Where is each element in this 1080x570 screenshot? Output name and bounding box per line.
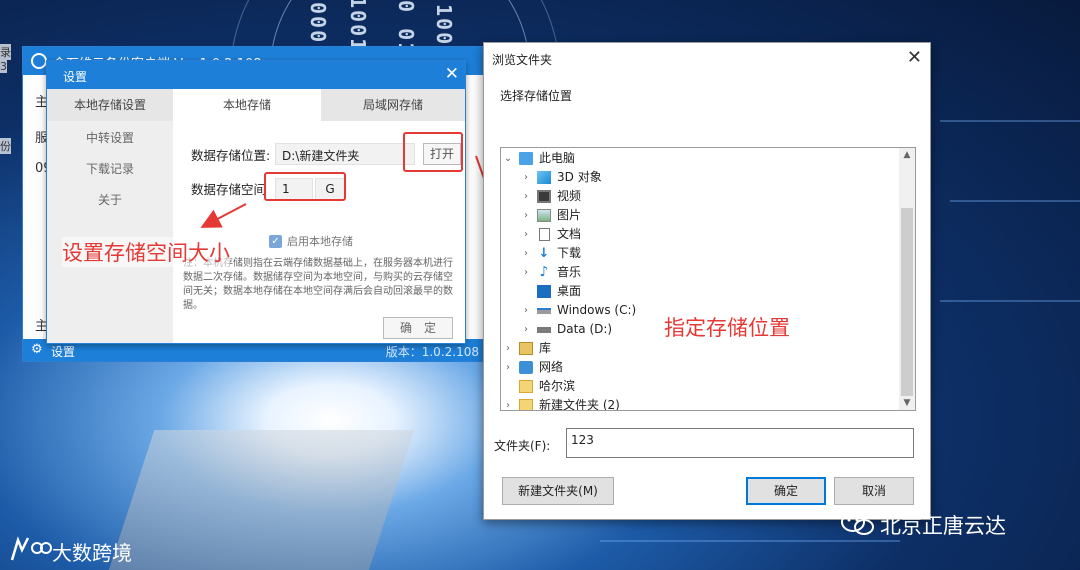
browse-dialog-title: 浏览文件夹 — [492, 53, 553, 67]
tree-item-this-pc[interactable]: ⌄ 此电脑 — [501, 149, 899, 168]
storage-location-input[interactable]: D:\新建文件夹 — [275, 143, 415, 165]
edge-text: 份 — [0, 138, 11, 154]
side-nav-about[interactable]: 关于 — [47, 191, 173, 208]
bg-trace — [950, 200, 1080, 202]
chevron-right-icon[interactable]: › — [503, 396, 513, 410]
scroll-down-icon[interactable]: ▼ — [899, 398, 915, 408]
settings-title: 设置 — [63, 70, 88, 84]
storage-space-label: 数据存储空间 — [191, 182, 267, 197]
settings-dialog: 设置 ✕ 本地存储设置 本地存储 局域网存储 中转设置 下载记录 关于 数据存储… — [46, 60, 466, 344]
chevron-right-icon[interactable]: › — [521, 244, 531, 263]
drive-d-icon — [537, 327, 551, 333]
pictures-icon — [537, 209, 551, 222]
chevron-right-icon[interactable]: › — [521, 301, 531, 320]
browse-folder-dialog: 浏览文件夹 ✕ 选择存储位置 ⌄ 此电脑 › 3D 对象 › 视频 › 图片 ›… — [483, 42, 931, 520]
storage-location-label: 数据存储位置: — [191, 148, 271, 163]
network-icon — [519, 361, 533, 374]
tree-item-pictures[interactable]: › 图片 — [501, 206, 899, 225]
ok-button[interactable]: 确定 — [746, 477, 826, 505]
version-label: 版本：1.0.2.108 — [385, 345, 479, 359]
chevron-right-icon[interactable]: › — [521, 263, 531, 282]
folder-icon — [519, 399, 533, 410]
tab-lan-storage[interactable]: 局域网存储 — [321, 89, 465, 121]
scroll-up-icon[interactable]: ▲ — [899, 150, 915, 160]
downloads-icon: ↓ — [538, 246, 550, 261]
library-icon — [519, 342, 533, 355]
close-icon[interactable]: ✕ — [445, 64, 459, 84]
music-icon: ♪ — [539, 264, 549, 280]
computer-icon — [519, 152, 533, 165]
tree-item-documents[interactable]: › 文档 — [501, 225, 899, 244]
video-icon — [537, 190, 551, 203]
tab-local-storage-settings[interactable]: 本地存储设置 — [47, 89, 173, 121]
side-nav-relay[interactable]: 中转设置 — [47, 129, 173, 146]
chevron-right-icon[interactable]: › — [503, 358, 513, 377]
annotation-set-space: 设置存储空间大小 — [62, 237, 230, 267]
tab-local-storage[interactable]: 本地存储 — [173, 89, 321, 121]
new-folder-button[interactable]: 新建文件夹(M) — [502, 477, 614, 505]
highlight-open-button — [403, 132, 463, 172]
confirm-button[interactable]: 确 定 — [383, 317, 453, 339]
wechat-icon — [841, 512, 874, 535]
bg-trace — [940, 300, 1080, 302]
browse-prompt: 选择存储位置 — [500, 89, 573, 103]
documents-icon — [539, 228, 550, 241]
bg-binary: 100 — [432, 4, 456, 47]
tree-item-downloads[interactable]: › ↓ 下载 — [501, 244, 899, 263]
settings-side-nav: 中转设置 下载记录 关于 — [47, 121, 173, 343]
chevron-right-icon[interactable]: › — [521, 320, 531, 339]
tree-item-3d-objects[interactable]: › 3D 对象 — [501, 168, 899, 187]
scrollbar-thumb[interactable] — [901, 208, 913, 396]
chevron-right-icon[interactable]: › — [521, 187, 531, 206]
folder-label: 文件夹(F): — [494, 439, 551, 453]
tree-scrollbar[interactable]: ▲ ▼ — [899, 148, 915, 410]
bg-chip — [105, 430, 415, 570]
watermark-right: 北京正唐云达 — [880, 514, 1006, 538]
folder-name-input[interactable]: 123 — [566, 428, 914, 458]
enable-local-storage-label: 启用本地存储 — [287, 235, 353, 248]
settings-link[interactable]: 设置 — [51, 343, 75, 360]
cloud-logo-icon — [31, 53, 47, 69]
settings-title-bar: 设置 ✕ — [47, 61, 465, 89]
3d-objects-icon — [537, 171, 551, 184]
tree-item-desktop[interactable]: 桌面 — [501, 282, 899, 301]
highlight-storage-space — [264, 172, 346, 201]
folder-tree[interactable]: ⌄ 此电脑 › 3D 对象 › 视频 › 图片 › 文档 › ↓ 下载 › ♪ … — [500, 147, 916, 411]
close-icon[interactable]: ✕ — [907, 47, 922, 68]
kuajing-logo-icon — [10, 536, 52, 561]
tree-item-video[interactable]: › 视频 — [501, 187, 899, 206]
drive-c-icon — [537, 308, 551, 314]
chevron-down-icon[interactable]: ⌄ — [503, 149, 513, 168]
edge-text: 3 — [0, 60, 7, 73]
tree-item-harbin[interactable]: 哈尔滨 — [501, 377, 899, 396]
chevron-right-icon[interactable]: › — [503, 339, 513, 358]
tree-item-new-folder-2[interactable]: › 新建文件夹 (2) — [501, 396, 899, 410]
chevron-right-icon[interactable]: › — [521, 206, 531, 225]
chevron-right-icon[interactable]: › — [521, 225, 531, 244]
enable-local-storage-checkbox[interactable]: ✓ — [269, 235, 282, 248]
bg-trace — [940, 120, 1080, 122]
side-nav-downloads[interactable]: 下载记录 — [47, 160, 173, 177]
annotation-set-location: 指定存储位置 — [664, 316, 790, 340]
tree-item-network[interactable]: › 网络 — [501, 358, 899, 377]
desktop-icon — [537, 285, 551, 298]
edge-text: 录 — [0, 44, 11, 60]
gear-icon[interactable]: ⚙ — [31, 342, 43, 357]
folder-icon — [519, 380, 533, 393]
cancel-button[interactable]: 取消 — [834, 477, 914, 505]
tree-item-music[interactable]: › ♪ 音乐 — [501, 263, 899, 282]
chevron-right-icon[interactable]: › — [521, 168, 531, 187]
bg-trace — [600, 540, 900, 542]
watermark-left: 大数跨境 — [52, 541, 132, 565]
